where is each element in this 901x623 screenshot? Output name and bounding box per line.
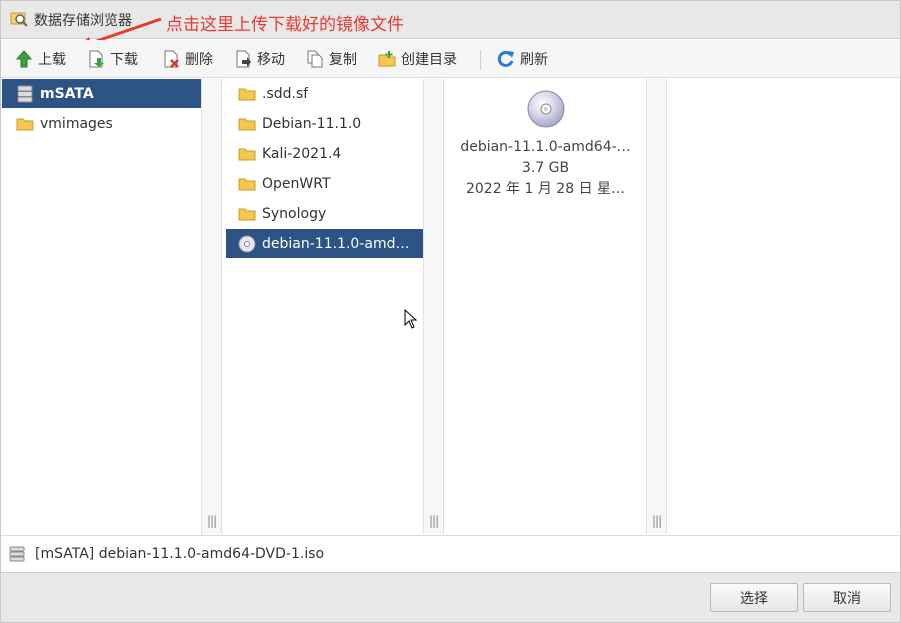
preview-file-date: 2022 年 1 月 28 日 星… [465, 181, 626, 197]
datastore-label: vmimages [40, 115, 113, 132]
download-button[interactable]: 下载 [87, 48, 138, 70]
folder-icon [238, 178, 256, 190]
list-item-folder[interactable]: Kali-2021.4 [226, 139, 423, 168]
resize-grip-icon: ||| [652, 514, 662, 528]
file-label: .sdd.sf [262, 85, 309, 102]
folder-icon [238, 148, 256, 160]
download-file-icon [89, 50, 104, 68]
create-directory-label: 创建目录 [401, 52, 457, 68]
cancel-button[interactable]: 取消 [803, 583, 891, 612]
list-item-folder[interactable]: OpenWRT [226, 169, 423, 198]
file-label: Synology [262, 205, 327, 222]
datastore-item-vmimages[interactable]: vmimages [2, 109, 201, 138]
datastore-label: mSATA [40, 85, 94, 102]
resize-grip-icon: ||| [429, 514, 439, 528]
upload-button[interactable]: 上载 [15, 48, 66, 70]
status-bar: [mSATA] debian-11.1.0-amd64-DVD-1.iso [1, 535, 900, 572]
mouse-cursor-icon [404, 309, 418, 329]
list-item-folder[interactable]: .sdd.sf [226, 79, 423, 108]
file-label: Kali-2021.4 [262, 145, 342, 162]
copy-file-icon [307, 50, 323, 68]
disc-icon [238, 235, 256, 252]
column-resizer[interactable]: ||| [646, 79, 666, 534]
list-item-folder[interactable]: Debian-11.1.0 [226, 109, 423, 138]
empty-column-pane [667, 79, 900, 534]
new-folder-icon [378, 51, 396, 67]
refresh-label: 刷新 [520, 52, 548, 68]
refresh-icon [497, 50, 514, 67]
datastore-browser-dialog: 数据存储浏览器 点击这里上传下载好的镜像文件 上载 下载 删除 移动 复制 创建… [0, 0, 901, 623]
datastore-list-pane: mSATA vmimages ||| [1, 79, 222, 534]
delete-file-icon [164, 50, 179, 68]
resize-grip-icon: ||| [207, 514, 217, 528]
file-preview-pane: debian-11.1.0-amd64-… 3.7 GB 2022 年 1 月 … [444, 79, 667, 534]
datastore-icon [9, 546, 25, 562]
file-label: OpenWRT [262, 175, 331, 192]
dialog-footer: 选择 取消 [1, 572, 900, 622]
copy-button[interactable]: 复制 [306, 48, 357, 70]
selected-path: [mSATA] debian-11.1.0-amd64-DVD-1.iso [35, 546, 325, 562]
delete-button[interactable]: 删除 [162, 48, 213, 70]
refresh-button[interactable]: 刷新 [497, 48, 548, 70]
preview-file-name: debian-11.1.0-amd64-… [460, 139, 631, 155]
folder-icon [238, 118, 256, 130]
datastore-icon [17, 85, 33, 102]
delete-label: 删除 [185, 52, 213, 68]
move-button[interactable]: 移动 [234, 48, 285, 70]
file-label: debian-11.1.0-amd… [262, 235, 410, 252]
column-resizer[interactable]: ||| [201, 79, 221, 534]
datastore-browser-icon [10, 12, 28, 27]
folder-icon [16, 118, 34, 130]
move-label: 移动 [257, 52, 285, 68]
annotation-text: 点击这里上传下载好的镜像文件 [166, 15, 404, 35]
column-resizer[interactable]: ||| [423, 79, 443, 534]
disc-icon [527, 90, 564, 128]
move-file-icon [236, 50, 251, 68]
copy-label: 复制 [329, 52, 357, 68]
create-directory-button[interactable]: 创建目录 [378, 48, 457, 70]
preview-file-size: 3.7 GB [521, 160, 570, 176]
title-bar: 数据存储浏览器 点击这里上传下载好的镜像文件 [1, 1, 900, 39]
folder-icon [238, 88, 256, 100]
folder-icon [238, 208, 256, 220]
toolbar-separator [480, 50, 481, 70]
file-label: Debian-11.1.0 [262, 115, 362, 132]
upload-label: 上载 [38, 52, 66, 68]
list-item-iso-file[interactable]: debian-11.1.0-amd… [226, 229, 423, 258]
file-list-pane: .sdd.sf Debian-11.1.0 Kali-2021.4 OpenWR… [222, 79, 444, 534]
upload-arrow-icon [15, 50, 33, 68]
select-button[interactable]: 选择 [710, 583, 798, 612]
datastore-item-msata[interactable]: mSATA [2, 79, 201, 108]
toolbar: 上载 下载 删除 移动 复制 创建目录 刷新 [1, 40, 900, 78]
file-preview: debian-11.1.0-amd64-… 3.7 GB 2022 年 1 月 … [444, 89, 647, 200]
download-label: 下载 [110, 52, 138, 68]
list-item-folder[interactable]: Synology [226, 199, 423, 228]
window-title: 数据存储浏览器 [34, 13, 132, 29]
